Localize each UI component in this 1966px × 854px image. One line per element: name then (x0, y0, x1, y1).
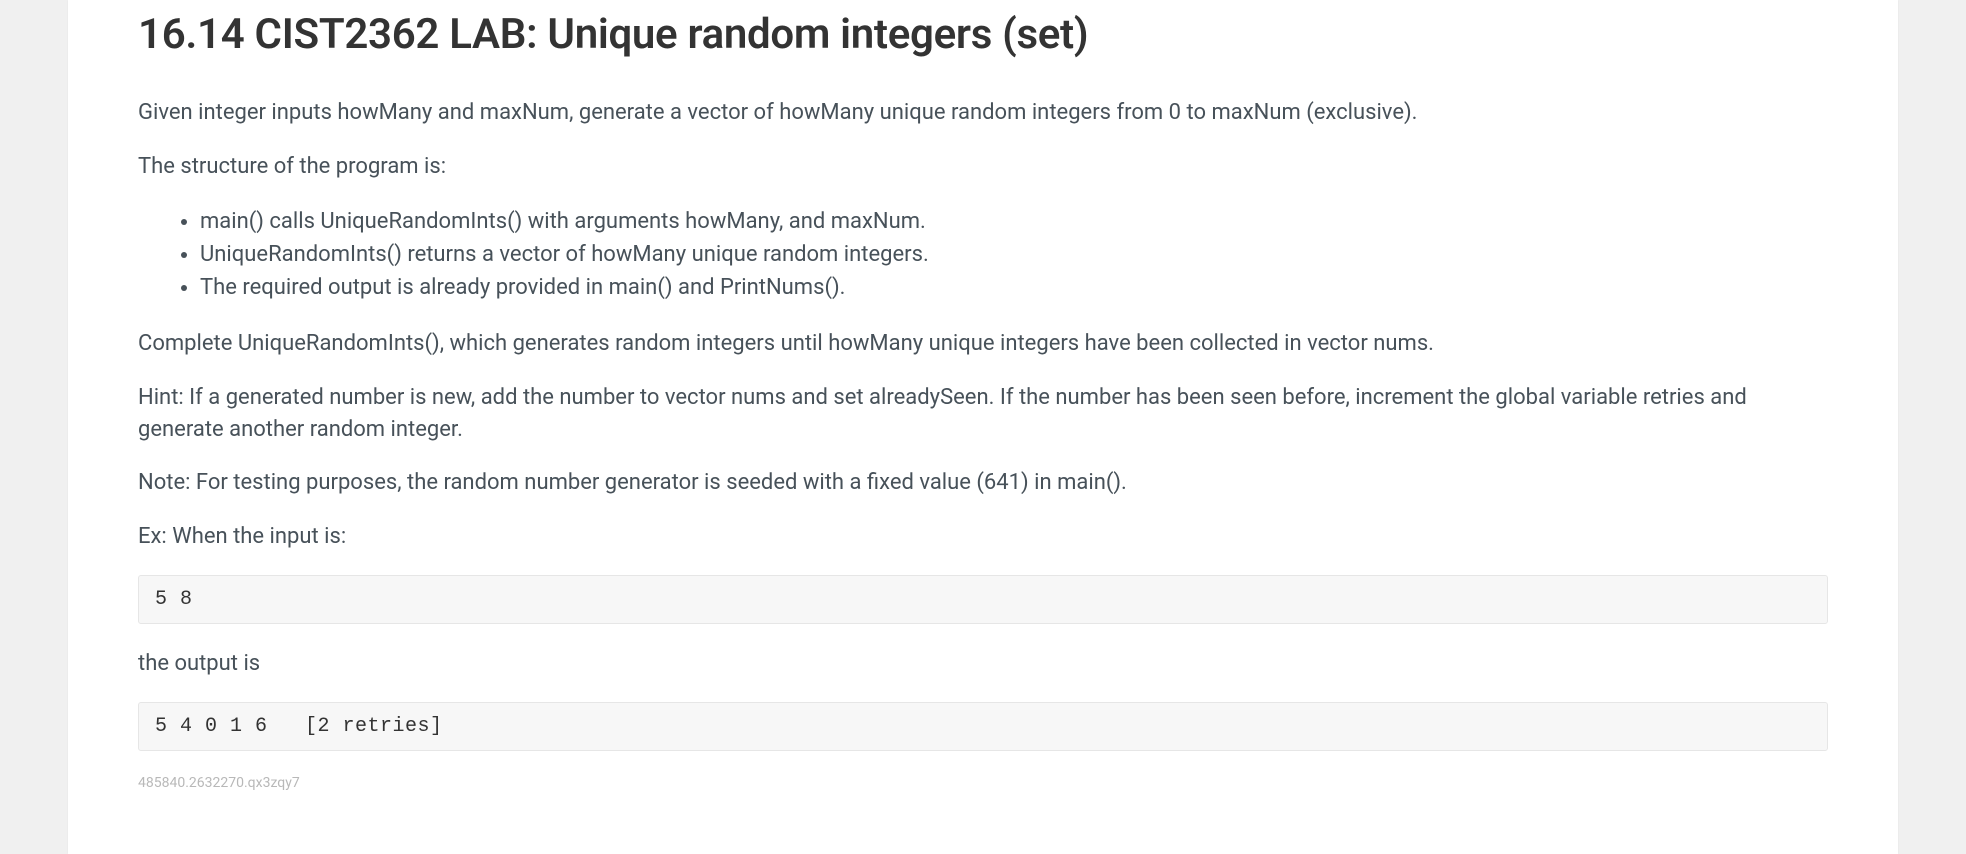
output-label: the output is (138, 648, 1828, 680)
example-input-code: 5 8 (138, 575, 1828, 624)
note-paragraph: Note: For testing purposes, the random n… (138, 467, 1828, 499)
intro-paragraph: Given integer inputs howMany and maxNum,… (138, 97, 1828, 129)
example-output-code: 5 4 0 1 6 [2 retries] (138, 702, 1828, 751)
example-label: Ex: When the input is: (138, 521, 1828, 553)
list-item: The required output is already provided … (200, 271, 1828, 304)
list-item: UniqueRandomInts() returns a vector of h… (200, 238, 1828, 271)
footer-id: 485840.2632270.qx3zqy7 (138, 775, 1828, 791)
structure-heading: The structure of the program is: (138, 151, 1828, 183)
list-item: main() calls UniqueRandomInts() with arg… (200, 205, 1828, 238)
content-card: 16.14 CIST2362 LAB: Unique random intege… (68, 0, 1898, 854)
structure-list: main() calls UniqueRandomInts() with arg… (138, 205, 1828, 304)
page-title: 16.14 CIST2362 LAB: Unique random intege… (138, 0, 1828, 59)
task-paragraph: Complete UniqueRandomInts(), which gener… (138, 328, 1828, 360)
hint-paragraph: Hint: If a generated number is new, add … (138, 382, 1828, 446)
